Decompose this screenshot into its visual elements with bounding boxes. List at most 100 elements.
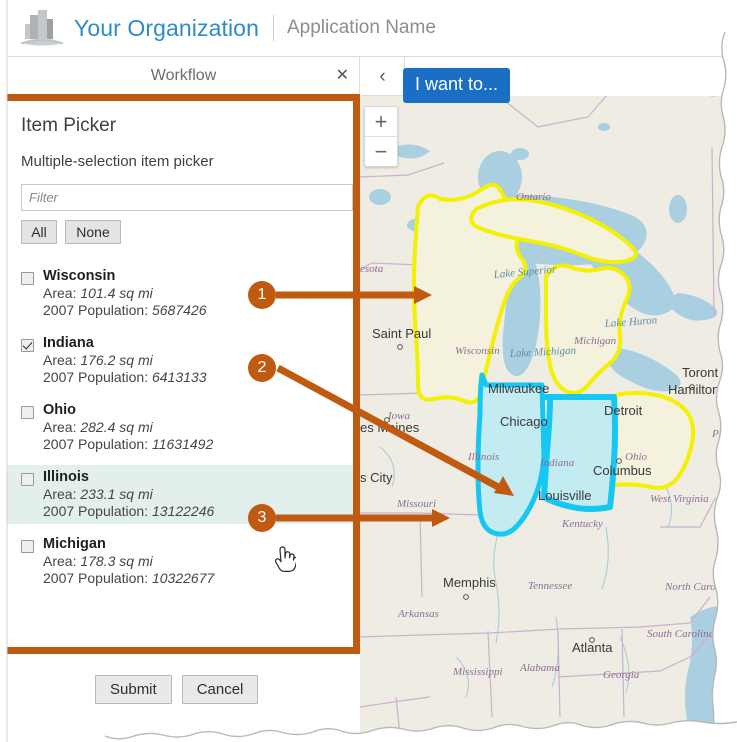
page-title: Item Picker (21, 115, 339, 137)
list-item[interactable]: IndianaArea: 176.2 sq mi2007 Population:… (7, 331, 353, 390)
item-checkbox[interactable] (21, 473, 34, 486)
item-checkbox[interactable] (21, 540, 34, 553)
svg-text:s City: s City (360, 470, 393, 485)
item-list: WisconsinArea: 101.4 sq mi2007 Populatio… (21, 264, 339, 591)
app-header: Your Organization Application Name (8, 0, 730, 57)
svg-text:South Carolina: South Carolina (647, 628, 715, 640)
list-item[interactable]: MichiganArea: 178.3 sq mi2007 Population… (7, 532, 353, 591)
svg-text:Ontario: Ontario (516, 191, 551, 203)
item-checkbox[interactable] (21, 272, 34, 285)
application-window: .lbl-state { font-family: "Liberation Se… (0, 0, 737, 742)
svg-text:Detroit: Detroit (604, 403, 643, 418)
svg-text:Milwaukee: Milwaukee (488, 381, 549, 396)
item-area: Area: 178.3 sq mi (43, 553, 214, 570)
svg-text:Ohio: Ohio (625, 451, 648, 463)
item-population-value: 11631492 (152, 436, 213, 452)
item-details: OhioArea: 282.4 sq mi2007 Population: 11… (43, 402, 213, 453)
select-all-button[interactable]: All (21, 220, 57, 244)
filter-input[interactable] (21, 184, 353, 211)
list-item[interactable]: IllinoisArea: 233.1 sq mi2007 Population… (7, 465, 353, 524)
item-area: Area: 282.4 sq mi (43, 419, 213, 436)
panel-collapse-button[interactable]: ‹ (361, 57, 405, 96)
header-divider (273, 15, 274, 41)
item-name: Illinois (43, 469, 214, 486)
item-checkbox[interactable] (21, 406, 34, 419)
svg-text:Louisville: Louisville (538, 488, 591, 503)
item-details: IllinoisArea: 233.1 sq mi2007 Population… (43, 469, 214, 520)
tab-workflow-label: Workflow (151, 67, 217, 85)
callout-badge-2: 2 (248, 354, 276, 382)
map-zoom-controls[interactable]: + − (364, 106, 398, 167)
svg-text:Missouri: Missouri (396, 498, 436, 510)
organization-name: Your Organization (74, 15, 259, 42)
zoom-in-button[interactable]: + (365, 107, 397, 137)
item-area: Area: 176.2 sq mi (43, 352, 207, 369)
item-area-value: 282.4 sq mi (80, 419, 152, 435)
item-name: Indiana (43, 335, 207, 352)
tab-workflow[interactable]: Workflow ✕ (8, 57, 360, 96)
item-area-label: Area: (43, 553, 76, 569)
tab-strip: Workflow ✕ ‹ (8, 57, 730, 96)
svg-text:Michigan: Michigan (573, 335, 617, 347)
item-population: 2007 Population: 5687426 (43, 302, 207, 319)
svg-text:Wisconsin: Wisconsin (455, 345, 500, 357)
item-population-label: 2007 Population: (43, 436, 148, 452)
svg-text:Memphis: Memphis (443, 575, 496, 590)
svg-text:Toront: Toront (682, 365, 719, 380)
zoom-out-button[interactable]: − (365, 137, 397, 166)
item-picker-panel: Item Picker Multiple-selection item pick… (0, 94, 360, 654)
item-population: 2007 Population: 6413133 (43, 369, 207, 386)
application-name: Application Name (287, 17, 436, 39)
item-name: Michigan (43, 536, 214, 553)
svg-text:Indiana: Indiana (539, 457, 575, 469)
item-area-label: Area: (43, 419, 76, 435)
item-population-label: 2007 Population: (43, 570, 148, 586)
select-buttons-row: All None (21, 220, 339, 244)
item-area-value: 178.3 sq mi (80, 553, 152, 569)
svg-text:Pe: Pe (711, 428, 724, 440)
item-population: 2007 Population: 11631492 (43, 436, 213, 453)
item-population-label: 2007 Population: (43, 369, 148, 385)
close-icon[interactable]: ✕ (336, 68, 349, 84)
svg-text:esota: esota (360, 263, 384, 275)
i-want-to-button[interactable]: I want to... (403, 68, 510, 103)
item-details: WisconsinArea: 101.4 sq mi2007 Populatio… (43, 268, 207, 319)
item-population-value: 6413133 (152, 369, 207, 385)
callout-badge-3: 3 (248, 504, 276, 532)
city-buildings-icon (18, 7, 66, 49)
item-population: 2007 Population: 10322677 (43, 570, 214, 587)
select-none-button[interactable]: None (65, 220, 121, 244)
list-item[interactable]: WisconsinArea: 101.4 sq mi2007 Populatio… (7, 264, 353, 323)
item-area: Area: 233.1 sq mi (43, 486, 214, 503)
svg-text:Columbus: Columbus (593, 463, 652, 478)
callout-badge-1: 1 (248, 281, 276, 309)
svg-text:es Moines: es Moines (360, 420, 420, 435)
svg-text:Alabama: Alabama (519, 662, 560, 674)
list-item[interactable]: OhioArea: 282.4 sq mi2007 Population: 11… (7, 398, 353, 457)
svg-text:Arkansas: Arkansas (397, 608, 439, 620)
item-details: MichiganArea: 178.3 sq mi2007 Population… (43, 536, 214, 587)
item-area-label: Area: (43, 285, 76, 301)
svg-text:Hamilton: Hamilton (668, 382, 719, 397)
chevron-left-icon: ‹ (379, 67, 385, 86)
item-checkbox[interactable] (21, 339, 34, 352)
submit-button[interactable]: Submit (95, 675, 172, 704)
panel-footer: Submit Cancel (95, 675, 258, 704)
item-details: IndianaArea: 176.2 sq mi2007 Population:… (43, 335, 207, 386)
item-area-label: Area: (43, 352, 76, 368)
svg-text:Illinois: Illinois (467, 451, 499, 463)
map-canvas[interactable]: .lbl-state { font-family: "Liberation Se… (360, 57, 728, 735)
item-population-label: 2007 Population: (43, 302, 148, 318)
item-population: 2007 Population: 13122246 (43, 503, 214, 520)
cancel-button[interactable]: Cancel (182, 675, 259, 704)
item-name: Ohio (43, 402, 213, 419)
item-area: Area: 101.4 sq mi (43, 285, 207, 302)
item-area-value: 233.1 sq mi (80, 486, 152, 502)
item-area-value: 176.2 sq mi (80, 352, 152, 368)
mouse-cursor (272, 546, 296, 581)
panel-subtitle: Multiple-selection item picker (21, 153, 339, 170)
svg-text:Chicago: Chicago (500, 414, 548, 429)
item-population-value: 10322677 (152, 570, 214, 586)
item-population-label: 2007 Population: (43, 503, 148, 519)
svg-text:Georgia: Georgia (603, 669, 640, 681)
